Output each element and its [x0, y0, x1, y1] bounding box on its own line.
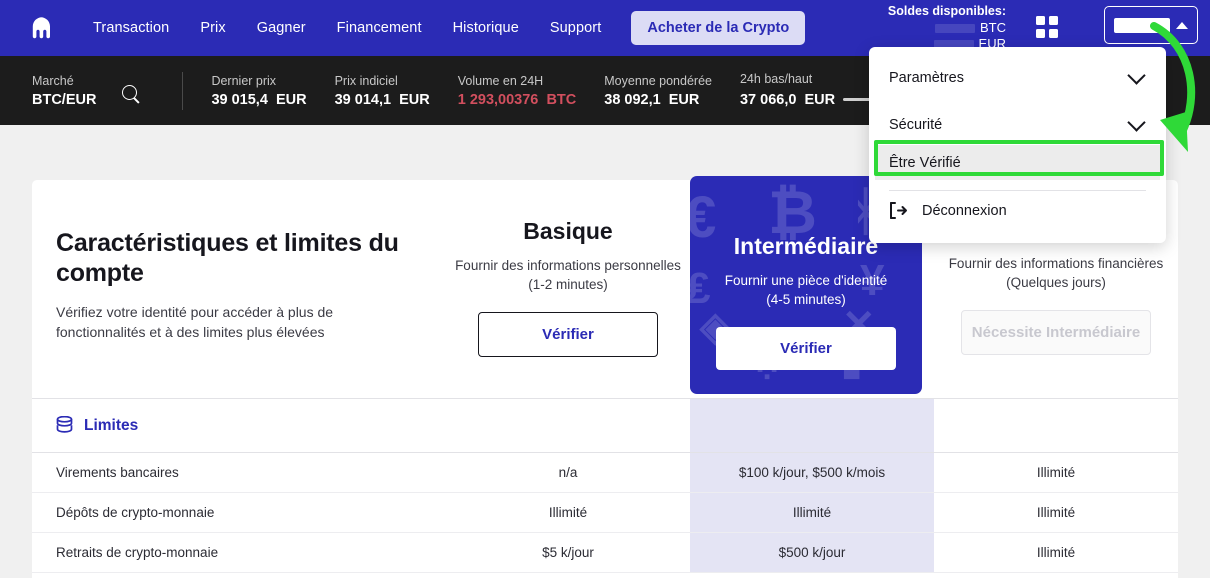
dropdown-item-label: Sécurité	[889, 117, 943, 133]
stat-volume-24h: Volume en 24H 1 293,00376 BTC	[458, 74, 577, 108]
chevron-down-icon	[1127, 113, 1146, 132]
stat-number: 1 293,00376	[457, 91, 539, 108]
dropdown-item-label: Déconnexion	[922, 202, 1007, 219]
nav-link-support[interactable]: Support	[550, 20, 602, 36]
nav-link-transaction[interactable]: Transaction	[93, 20, 169, 36]
chevron-down-icon	[1127, 66, 1146, 85]
row-basique: Illimité	[548, 505, 588, 520]
stat-number: 39 015,4	[211, 91, 268, 108]
stat-label: Dernier prix	[211, 73, 277, 88]
logout-arrow-icon	[890, 202, 907, 219]
table-row: Retraits de crypto-monnaie $5 k/jour $50…	[32, 533, 1178, 573]
stat-value: 38 092,1 EUR	[604, 92, 712, 108]
nav-link-financement[interactable]: Financement	[337, 20, 422, 36]
range-low-unit: EUR	[804, 91, 836, 108]
row-intermediaire: $500 k/jour	[690, 533, 934, 572]
stat-value: 39 014,1 EUR	[335, 92, 430, 108]
page-subtitle: Vérifiez votre identité pour accéder à p…	[56, 304, 334, 340]
dropdown-item-label: Paramètres	[889, 70, 964, 86]
row-basique: n/a	[558, 465, 578, 480]
account-menu-button[interactable]	[1104, 6, 1198, 44]
stat-value: 1 293,00376 BTC	[458, 92, 577, 108]
stat-last-price: Dernier prix 39 015,4 EUR	[211, 74, 306, 108]
row-label: Retraits de crypto-monnaie	[56, 545, 219, 560]
nav-links: Transaction Prix Gagner Financement Hist…	[93, 20, 601, 36]
app-root: Transaction Prix Gagner Financement Hist…	[0, 0, 1210, 578]
balance-currency-btc: BTC	[980, 20, 1006, 35]
tier-verify-button-basique[interactable]: Vérifier	[478, 312, 658, 357]
market-label: Marché	[32, 73, 74, 88]
available-balances: Soldes disponibles: BTC EUR	[888, 3, 1006, 52]
table-row: Dépôts de crypto-monnaie Illimité Illimi…	[32, 493, 1178, 533]
caret-up-icon	[1176, 21, 1188, 29]
nav-link-historique[interactable]: Historique	[453, 20, 519, 36]
stat-label: Volume en 24H	[457, 73, 544, 88]
hero-text-block: Caractéristiques et limites du compte Vé…	[56, 228, 416, 342]
nav-link-prix[interactable]: Prix	[200, 20, 225, 36]
stat-label: Prix indiciel	[334, 73, 398, 88]
range-low-value: 37 066,0	[739, 91, 797, 108]
tier-basique: Basique Fournir des informations personn…	[446, 180, 690, 398]
market-divider	[182, 71, 184, 110]
account-dropdown-menu: Paramètres Sécurité Être Vérifié Déconne…	[869, 47, 1166, 243]
stat-unit: EUR	[399, 91, 430, 108]
tier-description: Fournir des informations financières (Qu…	[948, 256, 1164, 290]
limits-table: Limites Virements bancaires n/a $100 k/j…	[32, 398, 1178, 573]
buy-crypto-button[interactable]: Acheter de la Crypto	[631, 11, 806, 45]
tier-name: Basique	[523, 218, 613, 244]
row-intermediaire: $100 k/jour, $500 k/mois	[690, 453, 934, 492]
balance-row-btc: BTC	[888, 20, 1006, 36]
stat-unit: BTC	[546, 91, 577, 108]
grid-apps-icon[interactable]	[1036, 16, 1058, 38]
dropdown-separator	[889, 190, 1146, 191]
limits-section-header-row: Limites	[32, 398, 1178, 453]
dropdown-item-parametres[interactable]: Paramètres	[869, 58, 1166, 98]
row-basique: $5 k/jour	[542, 545, 594, 560]
tier-description: Fournir une pièce d'identité (4-5 minute…	[724, 273, 888, 307]
stat-index-price: Prix indiciel 39 014,1 EUR	[335, 74, 430, 108]
stat-number: 38 092,1	[604, 91, 661, 108]
dropdown-item-etre-verifie[interactable]: Être Vérifié	[875, 145, 1160, 180]
dropdown-item-securite[interactable]: Sécurité	[869, 105, 1166, 145]
row-label: Virements bancaires	[56, 465, 179, 480]
limits-section-title-cell: Limites	[32, 416, 446, 435]
tier-locked-button-pro: Nécessite Intermédiaire	[960, 310, 1152, 355]
row-pro: Illimité	[1036, 465, 1076, 480]
table-row: Virements bancaires n/a $100 k/jour, $50…	[32, 453, 1178, 493]
stat-unit: EUR	[668, 91, 700, 108]
market-pair-value: BTC/EUR	[32, 91, 97, 108]
row-pro: Illimité	[1036, 505, 1076, 520]
row-label: Dépôts de crypto-monnaie	[56, 505, 215, 520]
balances-title: Soldes disponibles:	[887, 4, 1006, 18]
database-stack-icon	[56, 416, 73, 433]
page-title: Caractéristiques et limites du compte	[56, 229, 399, 287]
tier-verify-button-intermediaire[interactable]: Vérifier	[716, 327, 896, 370]
search-icon[interactable]	[122, 84, 142, 105]
stat-weighted-average: Moyenne pondérée 38 092,1 EUR	[604, 74, 712, 108]
tier-description: Fournir des informations personnelles (1…	[455, 258, 681, 292]
market-selector[interactable]: Marché BTC/EUR	[32, 74, 96, 108]
row-intermediaire: Illimité	[690, 493, 934, 532]
kraken-octopus-logo-icon[interactable]	[27, 13, 57, 43]
nav-link-gagner[interactable]: Gagner	[257, 20, 306, 36]
dropdown-item-deconnexion[interactable]: Déconnexion	[889, 202, 1007, 219]
stat-number: 39 014,1	[334, 91, 392, 108]
stat-label: Moyenne pondérée	[604, 73, 712, 88]
row-pro: Illimité	[1036, 545, 1076, 560]
balance-amount-redacted-btc	[935, 23, 975, 33]
stat-value: 39 015,4 EUR	[211, 92, 306, 108]
limits-header-intermediaire	[690, 399, 934, 452]
limits-section-title: Limites	[84, 416, 139, 434]
stat-unit: EUR	[275, 91, 307, 108]
account-name-redacted	[1114, 17, 1170, 33]
